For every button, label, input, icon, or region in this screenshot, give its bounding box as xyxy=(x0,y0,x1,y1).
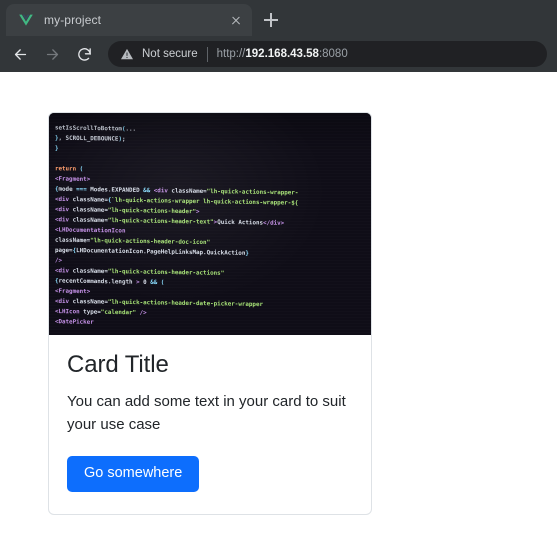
browser-tab[interactable]: my-project xyxy=(6,4,252,36)
security-status-label: Not secure xyxy=(142,48,198,60)
card-body: Card Title You can add some text in your… xyxy=(49,335,371,514)
close-icon[interactable] xyxy=(226,10,246,30)
vue-logo-icon xyxy=(18,12,34,28)
browser-chrome: my-project Not secure http://192.168.43.… xyxy=(0,0,557,72)
card-text: You can add some text in your card to su… xyxy=(67,392,346,434)
go-somewhere-button[interactable]: Go somewhere xyxy=(67,456,200,492)
card: setIsScrollToBottom(... }, SCROLL_DEBOUN… xyxy=(48,112,372,515)
card-title: Card Title xyxy=(67,351,169,378)
reload-button[interactable] xyxy=(70,40,98,68)
warning-triangle-icon xyxy=(120,47,134,61)
browser-toolbar: Not secure http://192.168.43.58:8080 xyxy=(0,36,557,72)
code-screenshot-image: setIsScrollToBottom(... }, SCROLL_DEBOUN… xyxy=(49,113,371,335)
new-tab-button[interactable] xyxy=(259,8,283,32)
forward-button[interactable] xyxy=(38,40,66,68)
url-scheme: http:// xyxy=(216,48,246,60)
url-host: 192.168.43.58 xyxy=(245,48,319,60)
url-text: http://192.168.43.58:8080 xyxy=(217,48,348,60)
page-content: setIsScrollToBottom(... }, SCROLL_DEBOUN… xyxy=(0,72,557,547)
card-image: setIsScrollToBottom(... }, SCROLL_DEBOUN… xyxy=(49,113,371,335)
tab-strip: my-project xyxy=(0,0,557,36)
svg-text:<Fragment>: <Fragment> xyxy=(55,289,91,296)
tab-title: my-project xyxy=(44,13,102,27)
omnibox-divider xyxy=(206,46,208,62)
address-bar[interactable]: Not secure http://192.168.43.58:8080 xyxy=(108,41,547,67)
back-button[interactable] xyxy=(6,40,34,68)
url-port: :8080 xyxy=(318,48,348,60)
svg-text:}, SCROLL_DEBOUNCE);: }, SCROLL_DEBOUNCE); xyxy=(55,136,126,143)
